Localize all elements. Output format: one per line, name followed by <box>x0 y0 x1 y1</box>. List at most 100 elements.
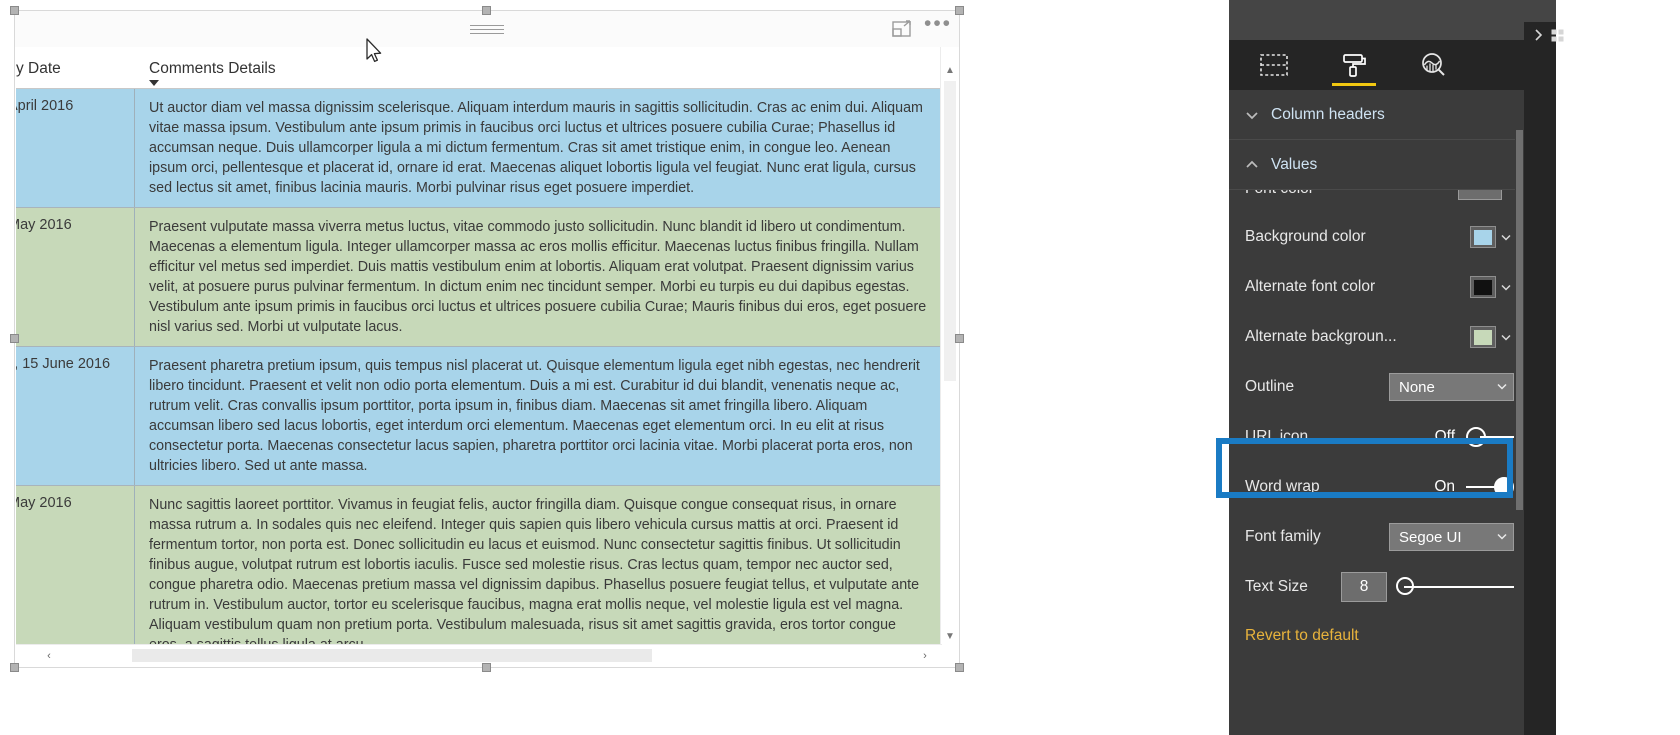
slider-knob[interactable] <box>1396 577 1414 595</box>
toggle-switch[interactable] <box>1466 427 1514 447</box>
pane-scroll-thumb[interactable] <box>1516 130 1523 510</box>
color-swatch <box>1474 229 1492 245</box>
table-header-row: y Date Comments Details <box>16 47 942 89</box>
table-visual[interactable]: ••• y Date Comments Details April 2016 U… <box>10 6 964 672</box>
resize-handle-top-right[interactable] <box>955 6 964 15</box>
section-column-headers[interactable]: Column headers <box>1229 90 1524 140</box>
grid-view-icon[interactable] <box>1551 27 1564 43</box>
chevron-down-icon[interactable] <box>1498 326 1514 348</box>
toggle-switch[interactable] <box>1466 477 1514 497</box>
resize-handle-top-left[interactable] <box>10 6 19 15</box>
property-label: Background color <box>1245 228 1366 245</box>
word-wrap-toggle[interactable]: On <box>1429 477 1514 497</box>
chevron-down-icon <box>1497 532 1507 542</box>
far-right-rail <box>1524 0 1680 735</box>
resize-handle-bottom-center[interactable] <box>482 663 491 672</box>
pane-vertical-scrollbar[interactable] <box>1515 90 1524 645</box>
text-size-input[interactable]: 8 <box>1341 572 1387 602</box>
revert-to-default-link[interactable]: Revert to default <box>1245 627 1359 645</box>
color-swatch <box>1474 279 1492 295</box>
property-row-alternate-font-color[interactable]: Alternate font color <box>1229 262 1524 312</box>
cell-comments: Praesent vulputate massa viverra metus l… <box>149 219 927 335</box>
table-row[interactable]: y, 15 June 2016 Praesent pharetra pretiu… <box>16 346 942 485</box>
resize-handle-middle-right[interactable] <box>955 334 964 343</box>
pane-gap <box>1215 0 1229 735</box>
table-horizontal-scrollbar[interactable]: ‹ › <box>16 644 942 666</box>
scroll-up-icon[interactable]: ▲ <box>941 61 959 79</box>
property-label: URL icon <box>1245 428 1309 445</box>
resize-handle-top-center[interactable] <box>482 6 491 15</box>
resize-handle-bottom-right[interactable] <box>955 663 964 672</box>
table-row[interactable]: April 2016 Ut auctor diam vel massa dign… <box>16 89 942 207</box>
text-size-slider[interactable] <box>1396 577 1514 597</box>
tab-fields[interactable] <box>1251 42 1297 88</box>
property-row-alternate-background-color[interactable]: Alternate backgroun... <box>1229 312 1524 362</box>
section-values[interactable]: Values <box>1229 140 1524 190</box>
cell-date: May 2016 <box>16 486 134 647</box>
property-row-font-family[interactable]: Font family Segoe UI <box>1229 512 1524 562</box>
resize-handle-middle-left[interactable] <box>10 334 19 343</box>
sort-descending-icon[interactable] <box>149 80 159 86</box>
table-vertical-scrollbar[interactable]: ▲ ▼ <box>940 47 958 647</box>
url-icon-toggle[interactable]: Off <box>1429 427 1514 447</box>
background-color-picker[interactable] <box>1470 226 1514 248</box>
color-swatch <box>1474 329 1492 345</box>
section-title: Values <box>1271 155 1318 173</box>
rail-top-strip <box>1524 0 1556 22</box>
drag-handle-icon[interactable] <box>470 25 504 34</box>
color-swatch-box[interactable] <box>1470 226 1496 248</box>
table-body[interactable]: April 2016 Ut auctor diam vel massa dign… <box>16 89 942 647</box>
chevron-down-icon[interactable] <box>1498 276 1514 298</box>
font-color-swatch[interactable] <box>1458 190 1502 200</box>
expand-pane-icon[interactable] <box>1532 27 1545 43</box>
alternate-font-color-picker[interactable] <box>1470 276 1514 298</box>
tab-format[interactable] <box>1331 42 1377 88</box>
scroll-left-icon[interactable]: ‹ <box>38 645 60 666</box>
font-family-dropdown[interactable]: Segoe UI <box>1389 523 1514 551</box>
revert-to-default-row[interactable]: Revert to default <box>1229 612 1524 645</box>
visual-header: ••• <box>15 11 959 47</box>
chevron-down-icon[interactable] <box>1498 226 1514 248</box>
alternate-background-color-picker[interactable] <box>1470 326 1514 348</box>
report-canvas: ••• y Date Comments Details April 2016 U… <box>0 0 1215 735</box>
cell-comments: Praesent pharetra pretium ipsum, quis te… <box>149 358 920 474</box>
property-row-word-wrap[interactable]: Word wrap On <box>1229 462 1524 512</box>
pane-scroll-area[interactable]: Column headers Values Font color Backgro… <box>1229 90 1524 645</box>
column-header-date[interactable]: y Date <box>16 60 61 78</box>
horizontal-scroll-thumb[interactable] <box>132 649 652 662</box>
table-row[interactable]: May 2016 Praesent vulputate massa viverr… <box>16 207 942 346</box>
color-swatch-box[interactable] <box>1470 326 1496 348</box>
property-label: Alternate font color <box>1245 278 1376 295</box>
property-label: Font family <box>1245 528 1321 545</box>
dropdown-value: None <box>1399 378 1435 396</box>
more-options-icon[interactable]: ••• <box>924 13 951 41</box>
property-label: Outline <box>1245 378 1295 395</box>
column-header-comments[interactable]: Comments Details <box>149 60 276 78</box>
toggle-knob <box>1494 477 1514 497</box>
focus-mode-icon[interactable] <box>889 17 915 41</box>
table-row[interactable]: May 2016 Nunc sagittis laoreet porttitor… <box>16 485 942 647</box>
cell-comments: Ut auctor diam vel massa dignissim scele… <box>149 100 923 196</box>
outline-dropdown[interactable]: None <box>1389 373 1514 401</box>
property-row-outline[interactable]: Outline None <box>1229 362 1524 412</box>
toggle-state-label: Off <box>1434 428 1455 445</box>
property-row-font-color[interactable]: Font color <box>1229 190 1524 212</box>
property-row-text-size[interactable]: Text Size 8 <box>1229 562 1524 612</box>
resize-handle-bottom-left[interactable] <box>10 663 19 672</box>
scroll-down-icon[interactable]: ▼ <box>941 627 959 645</box>
cell-date-value: April 2016 <box>16 98 74 114</box>
cell-date-value: May 2016 <box>16 217 72 233</box>
tab-analytics[interactable] <box>1411 42 1457 88</box>
property-row-url-icon[interactable]: URL icon Off <box>1229 412 1524 462</box>
color-swatch-box[interactable] <box>1470 276 1496 298</box>
cell-date-value: May 2016 <box>16 495 72 511</box>
scroll-right-icon[interactable]: › <box>914 645 936 666</box>
slider-track <box>1404 586 1514 588</box>
pane-tab-strip <box>1229 40 1524 90</box>
cell-date: April 2016 <box>16 89 134 207</box>
visual-actions: ••• <box>889 13 951 41</box>
section-title: Column headers <box>1271 105 1385 123</box>
cell-comments: Nunc sagittis laoreet porttitor. Vivamus… <box>149 497 920 647</box>
property-label: Alternate backgroun... <box>1245 328 1397 345</box>
property-row-background-color[interactable]: Background color <box>1229 212 1524 262</box>
